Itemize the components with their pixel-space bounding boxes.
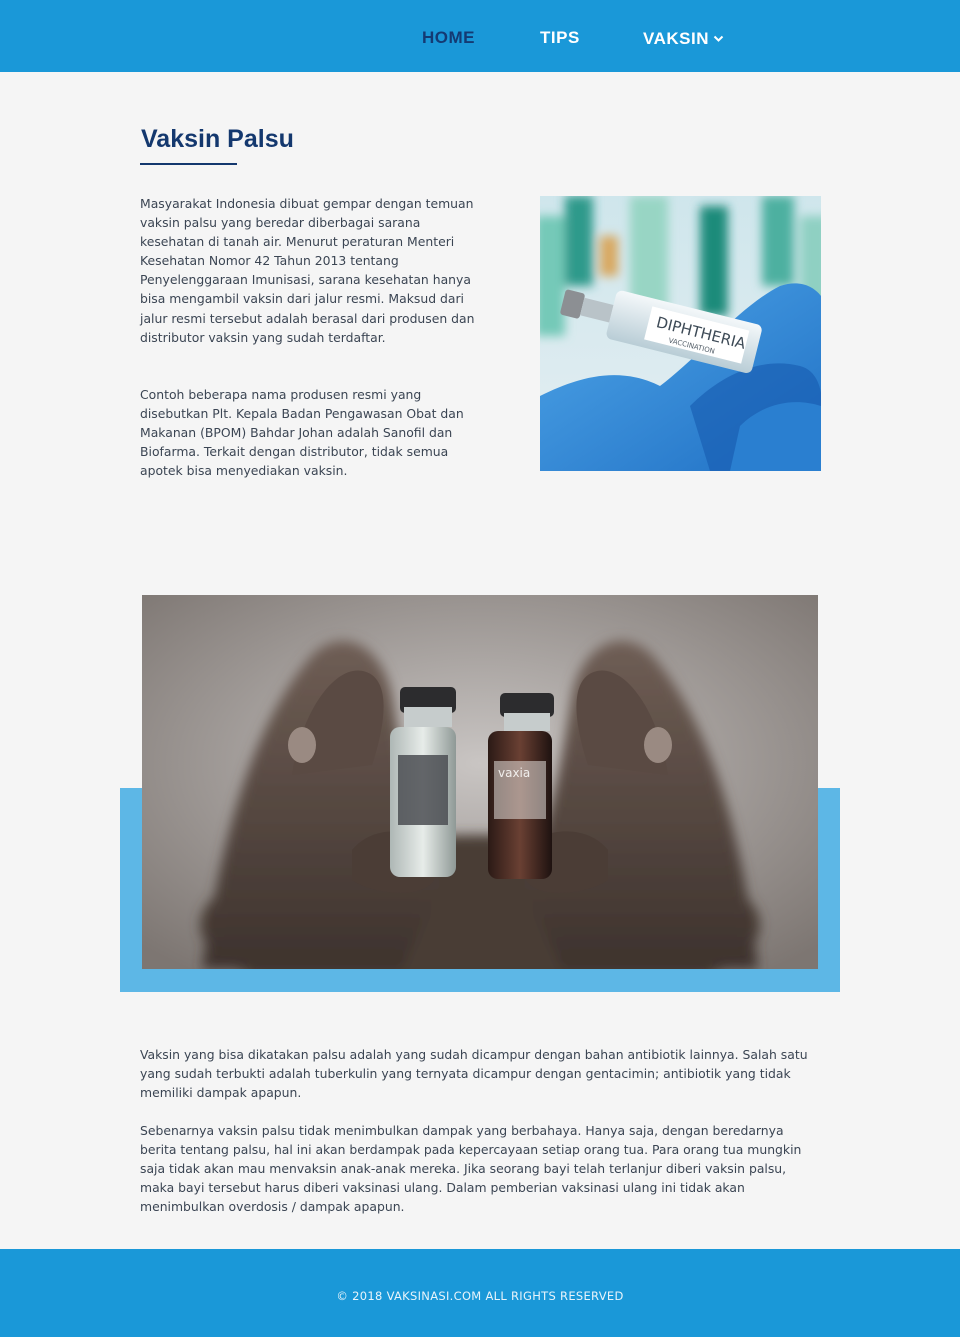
nav-home-link[interactable]: HOME: [422, 28, 475, 48]
intro-paragraph-1: Masyarakat Indonesia dibuat gempar denga…: [140, 196, 475, 345]
site-footer: © 2018 VAKSINASI.COM ALL RIGHTS RESERVED: [0, 1249, 960, 1337]
bottle-label-text: vaxia: [498, 766, 530, 780]
body-paragraph-4: Sebenarnya vaksin palsu tidak menimbulka…: [140, 1123, 802, 1215]
nav-vaksin-label: VAKSIN: [643, 29, 709, 48]
chevron-down-icon: [713, 28, 724, 48]
nav-vaksin-dropdown[interactable]: VAKSIN: [643, 28, 724, 49]
body-paragraph-3: Vaksin yang bisa dikatakan palsu adalah …: [140, 1047, 808, 1101]
page-title: Vaksin Palsu: [141, 125, 294, 153]
title-underline: [140, 163, 237, 165]
fake-vaccine-bottles-photo: vaxia: [142, 595, 818, 969]
nav-tips-link[interactable]: TIPS: [540, 28, 580, 48]
diphtheria-vaccine-photo: DIPHTHERIA VACCINATION: [540, 196, 821, 471]
intro-paragraph-2: Contoh beberapa nama produsen resmi yang…: [140, 387, 464, 479]
copyright-text: © 2018 VAKSINASI.COM ALL RIGHTS RESERVED: [336, 1289, 624, 1303]
top-navbar: HOME TIPS VAKSIN: [0, 0, 960, 72]
